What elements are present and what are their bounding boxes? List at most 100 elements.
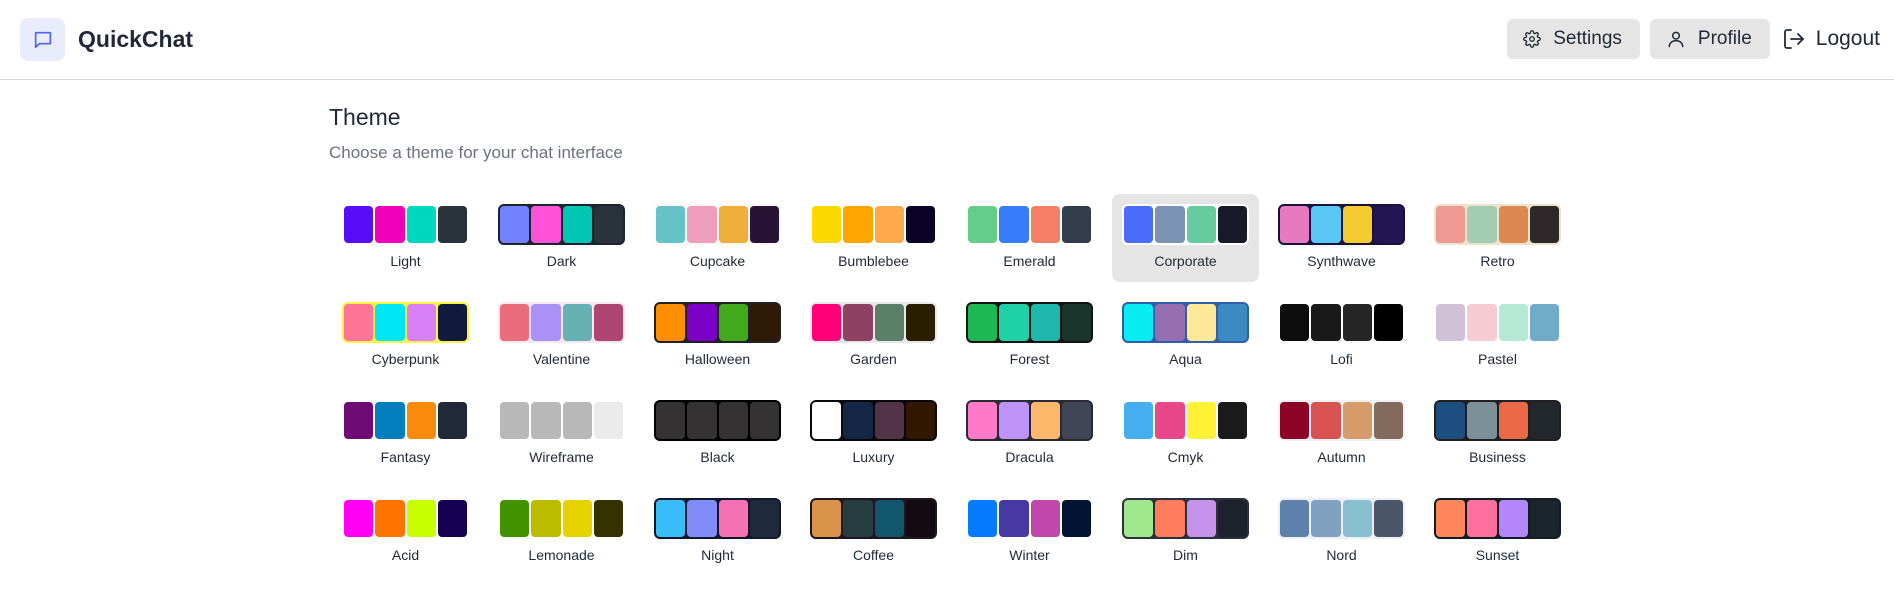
- color-swatch: [375, 206, 405, 243]
- logout-label: Logout: [1815, 27, 1880, 50]
- color-swatch: [874, 206, 904, 243]
- logout-button[interactable]: Logout: [1770, 19, 1882, 59]
- gear-icon: [1523, 30, 1542, 48]
- theme-option-acid[interactable]: Acid: [332, 488, 479, 576]
- chat-bubble-icon: [20, 18, 65, 61]
- theme-name: Cyberpunk: [371, 351, 440, 367]
- color-swatch: [1155, 500, 1185, 537]
- theme-option-business[interactable]: Business: [1424, 390, 1571, 478]
- theme-option-dim[interactable]: Dim: [1112, 488, 1259, 576]
- theme-option-pastel[interactable]: Pastel: [1424, 292, 1571, 380]
- color-swatch: [1280, 304, 1310, 341]
- theme-option-garden[interactable]: Garden: [800, 292, 947, 380]
- color-swatch: [905, 206, 935, 243]
- theme-option-coffee[interactable]: Coffee: [800, 488, 947, 576]
- color-swatch: [500, 500, 530, 537]
- theme-name: Luxury: [852, 449, 895, 465]
- color-swatch: [718, 206, 748, 243]
- theme-name: Light: [390, 253, 421, 269]
- theme-name: Acid: [391, 547, 420, 563]
- theme-option-dracula[interactable]: Dracula: [956, 390, 1103, 478]
- theme-option-corporate[interactable]: Corporate: [1112, 194, 1259, 282]
- theme-swatches: [1278, 204, 1405, 245]
- theme-option-cupcake[interactable]: Cupcake: [644, 194, 791, 282]
- theme-option-wireframe[interactable]: Wireframe: [488, 390, 635, 478]
- color-swatch: [905, 402, 935, 439]
- theme-name: Lemonade: [528, 547, 595, 563]
- color-swatch: [406, 206, 436, 243]
- logout-icon: [1782, 27, 1806, 51]
- page-title: Theme: [329, 104, 401, 130]
- color-swatch: [1061, 304, 1091, 341]
- theme-name: Emerald: [1003, 253, 1056, 269]
- profile-label: Profile: [1697, 28, 1752, 49]
- theme-option-lofi[interactable]: Lofi: [1268, 292, 1415, 380]
- color-swatch: [1498, 304, 1528, 341]
- theme-swatches: [342, 400, 469, 441]
- color-swatch: [1186, 402, 1216, 439]
- theme-option-fantasy[interactable]: Fantasy: [332, 390, 479, 478]
- theme-option-sunset[interactable]: Sunset: [1424, 488, 1571, 576]
- theme-swatches: [498, 204, 625, 245]
- color-swatch: [749, 500, 779, 537]
- theme-option-winter[interactable]: Winter: [956, 488, 1103, 576]
- color-swatch: [531, 402, 561, 439]
- color-swatch: [656, 304, 686, 341]
- theme-option-forest[interactable]: Forest: [956, 292, 1103, 380]
- theme-option-autumn[interactable]: Autumn: [1268, 390, 1415, 478]
- color-swatch: [1280, 206, 1310, 243]
- theme-name: Dark: [546, 253, 577, 269]
- theme-name: Cupcake: [689, 253, 746, 269]
- theme-option-retro[interactable]: Retro: [1424, 194, 1571, 282]
- color-swatch: [562, 500, 592, 537]
- color-swatch: [1311, 402, 1341, 439]
- color-swatch: [437, 206, 467, 243]
- color-swatch: [437, 500, 467, 537]
- color-swatch: [344, 304, 374, 341]
- color-swatch: [968, 402, 998, 439]
- settings-button[interactable]: Settings: [1507, 19, 1640, 59]
- theme-swatches: [1122, 302, 1249, 343]
- theme-option-aqua[interactable]: Aqua: [1112, 292, 1259, 380]
- theme-option-bumblebee[interactable]: Bumblebee: [800, 194, 947, 282]
- theme-name: Pastel: [1478, 351, 1517, 367]
- theme-option-dark[interactable]: Dark: [488, 194, 635, 282]
- theme-option-synthwave[interactable]: Synthwave: [1268, 194, 1415, 282]
- color-swatch: [1342, 500, 1372, 537]
- theme-swatches: [1278, 498, 1405, 539]
- theme-name: Business: [1469, 449, 1526, 465]
- color-swatch: [1217, 500, 1247, 537]
- profile-button[interactable]: Profile: [1649, 19, 1770, 59]
- theme-option-cmyk[interactable]: Cmyk: [1112, 390, 1259, 478]
- theme-option-luxury[interactable]: Luxury: [800, 390, 947, 478]
- color-swatch: [1436, 206, 1466, 243]
- theme-option-light[interactable]: Light: [332, 194, 479, 282]
- theme-option-halloween[interactable]: Halloween: [644, 292, 791, 380]
- color-swatch: [1373, 304, 1403, 341]
- theme-name: Autumn: [1317, 449, 1366, 465]
- color-swatch: [1311, 206, 1341, 243]
- color-swatch: [500, 402, 530, 439]
- theme-name: Bumblebee: [838, 253, 909, 269]
- color-swatch: [812, 304, 842, 341]
- color-swatch: [718, 402, 748, 439]
- theme-option-lemonade[interactable]: Lemonade: [488, 488, 635, 576]
- theme-grid: Light Dark Cupcake Bumblebee Emerald Corporat…: [332, 194, 1580, 586]
- color-swatch: [1155, 206, 1185, 243]
- brand[interactable]: QuickChat: [20, 18, 193, 61]
- theme-option-emerald[interactable]: Emerald: [956, 194, 1103, 282]
- color-swatch: [1498, 500, 1528, 537]
- theme-option-black[interactable]: Black: [644, 390, 791, 478]
- theme-name: Cmyk: [1167, 449, 1204, 465]
- theme-option-valentine[interactable]: Valentine: [488, 292, 635, 380]
- theme-swatches: [1122, 204, 1249, 245]
- color-swatch: [562, 206, 592, 243]
- theme-swatches: [654, 400, 781, 441]
- theme-option-cyberpunk[interactable]: Cyberpunk: [332, 292, 479, 380]
- theme-option-night[interactable]: Night: [644, 488, 791, 576]
- theme-swatches: [966, 204, 1093, 245]
- color-swatch: [656, 500, 686, 537]
- theme-swatches: [342, 498, 469, 539]
- theme-option-nord[interactable]: Nord: [1268, 488, 1415, 576]
- color-swatch: [1280, 402, 1310, 439]
